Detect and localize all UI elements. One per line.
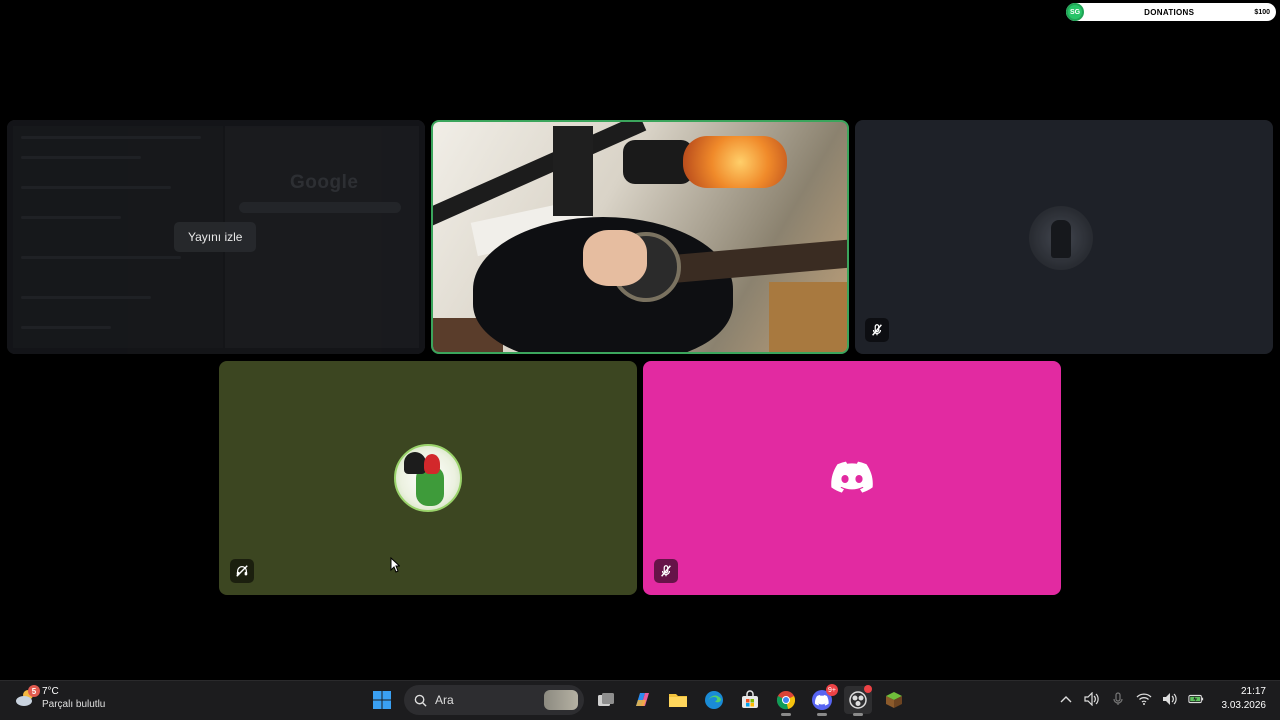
weather-description: Parçalı bulutlu: [42, 699, 106, 710]
copilot-icon[interactable]: [628, 686, 656, 714]
watch-stream-button[interactable]: Yayını izle: [174, 222, 257, 252]
speaker-tray-icon[interactable]: [1083, 691, 1100, 707]
weather-temperature: 7°C: [42, 686, 59, 697]
mic-muted-icon: [654, 559, 678, 583]
taskbar: 5 7°C Parçalı bulutlu Ara 9+ 21:17 3.03.…: [0, 680, 1280, 720]
search-icon: [414, 694, 427, 707]
donations-amount: $100: [1254, 8, 1270, 16]
minecraft-icon[interactable]: [880, 686, 908, 714]
weather-widget[interactable]: 5 7°C Parçalı bulutlu: [14, 685, 105, 711]
mouse-cursor-icon: [390, 557, 400, 573]
search-placeholder: Ara: [435, 693, 454, 707]
tile-screen-share[interactable]: Google Yayını izle: [7, 120, 425, 354]
user-4-avatar: [394, 444, 462, 512]
user-3-avatar: [1029, 206, 1093, 270]
obs-icon[interactable]: [844, 685, 872, 716]
wifi-icon[interactable]: [1136, 691, 1152, 707]
tile-user-4[interactable]: [219, 361, 637, 595]
donations-widget: SG DONATIONS $100: [1066, 3, 1276, 21]
hand: [583, 230, 647, 286]
chevron-up-icon[interactable]: [1058, 691, 1074, 707]
donations-title: DONATIONS: [1144, 7, 1195, 17]
tile-user-3[interactable]: [855, 120, 1273, 354]
tile-camera-video[interactable]: [431, 120, 849, 354]
clock-date: 3.03.2026: [1221, 700, 1267, 711]
tile-user-5[interactable]: [643, 361, 1061, 595]
volume-icon[interactable]: [1162, 691, 1178, 707]
discord-notification-badge: 9+: [826, 684, 838, 696]
recording-indicator: [864, 685, 872, 693]
weather-alert-badge: 5: [28, 685, 40, 697]
discord-logo-icon: [831, 461, 873, 493]
system-clock[interactable]: 21:17 3.03.2026: [1222, 685, 1267, 713]
taskbar-search[interactable]: Ara: [404, 685, 584, 715]
microphone-icon[interactable]: [1110, 691, 1126, 707]
store-icon[interactable]: [736, 686, 764, 714]
microphone-glow: [683, 136, 787, 188]
file-explorer-icon[interactable]: [664, 686, 692, 714]
deafened-icon: [230, 559, 254, 583]
windows-start-icon[interactable]: [368, 686, 396, 714]
search-highlight-image: [544, 690, 578, 710]
clock-time: 21:17: [1240, 686, 1266, 697]
edge-icon[interactable]: [700, 686, 728, 714]
battery-icon[interactable]: [1187, 691, 1204, 707]
discord-icon[interactable]: 9+: [808, 684, 838, 716]
donor-avatar: SG: [1066, 3, 1084, 21]
task-view-icon[interactable]: [592, 686, 620, 714]
chrome-icon[interactable]: [772, 686, 800, 716]
mic-muted-icon: [865, 318, 889, 342]
partly-cloudy-icon: 5: [14, 685, 40, 710]
